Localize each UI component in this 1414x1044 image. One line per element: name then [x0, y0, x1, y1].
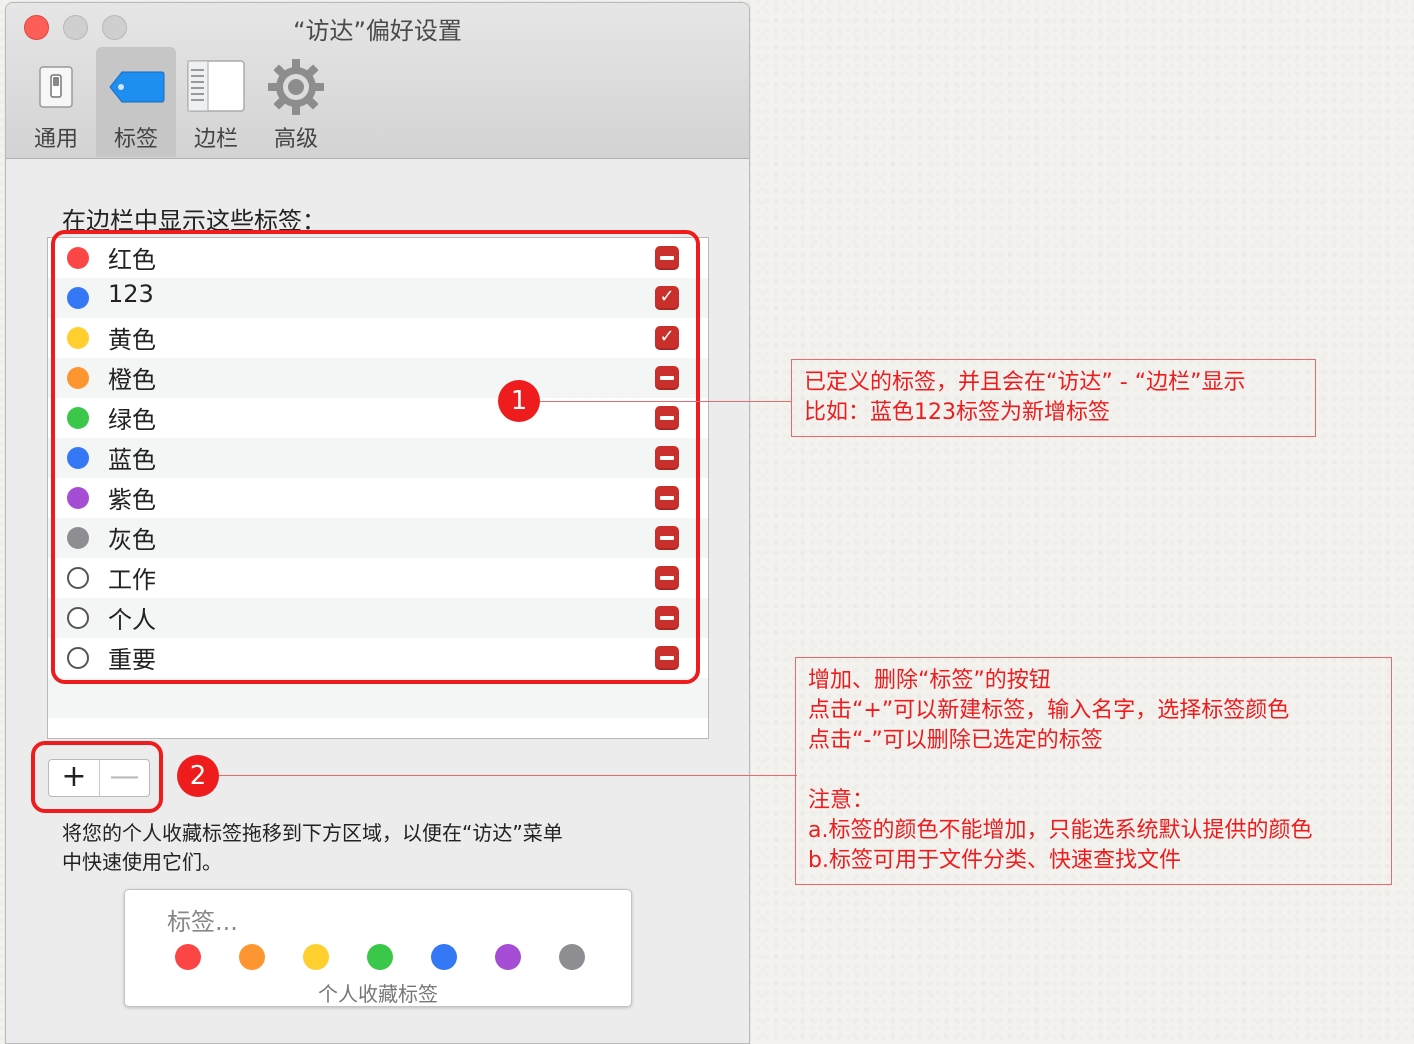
favorites-description: 将您的个人收藏标签拖移到下方区域，以便在“访达”菜单 中快速使用它们。 — [62, 819, 662, 877]
note2-spacer — [808, 756, 1379, 786]
note2-line4: 注意： — [808, 788, 875, 813]
empty-row — [48, 678, 708, 718]
annotation-badge-1: 1 — [498, 380, 540, 422]
favorite-tags-title: 标签... — [167, 908, 238, 936]
tab-advanced-label: 高级 — [273, 127, 318, 152]
gear-icon — [268, 59, 324, 115]
tab-tags-label: 标签 — [113, 127, 158, 152]
favorite-tag-dot[interactable] — [431, 944, 457, 970]
window-title: “访达”偏好设置 — [293, 17, 462, 45]
note2-line3: 点击“-”可以删除已选定的标签 — [808, 728, 1103, 753]
favorite-tag-dot[interactable] — [559, 944, 585, 970]
annotation-line-2 — [219, 775, 797, 776]
favorite-tag-dot[interactable] — [303, 944, 329, 970]
sidebar-icon — [187, 60, 245, 112]
favorite-tag-dot[interactable] — [367, 944, 393, 970]
note1-line2: 比如：蓝色123标签为新增标签 — [804, 400, 1110, 425]
tab-sidebar[interactable]: 边栏 — [176, 47, 256, 157]
tag-icon — [109, 71, 165, 103]
annotation-badge-2: 2 — [177, 755, 219, 797]
favorite-tag-dot[interactable] — [495, 944, 521, 970]
annotation-note-2: 增加、删除“标签”的按钮 点击“+”可以新建标签，输入名字，选择标签颜色 点击“… — [795, 657, 1392, 885]
title-toolbar: “访达”偏好设置 通用 标签 边栏 高级 — [6, 3, 749, 159]
annotation-outline-tags — [51, 230, 700, 684]
tab-advanced[interactable]: 高级 — [256, 47, 336, 157]
favorite-tag-dot[interactable] — [239, 944, 265, 970]
favorite-tags-caption: 个人收藏标签 — [318, 982, 438, 1006]
note1-line1: 已定义的标签，并且会在“访达” - “边栏”显示 — [804, 370, 1246, 395]
note2-line6: b.标签可用于文件分类、快速查找文件 — [808, 848, 1181, 873]
note2-line5: a.标签的颜色不能增加，只能选系统默认提供的颜色 — [808, 818, 1313, 843]
favorite-tags-box[interactable]: 标签... 个人收藏标签 — [124, 889, 632, 1007]
tab-general[interactable]: 通用 — [16, 47, 96, 157]
favorite-tag-dot[interactable] — [175, 944, 201, 970]
note2-line2: 点击“+”可以新建标签，输入名字，选择标签颜色 — [808, 698, 1290, 723]
favorites-description-line2: 中快速使用它们。 — [62, 850, 222, 874]
annotation-outline-buttons — [31, 741, 163, 813]
tab-sidebar-label: 边栏 — [193, 127, 238, 152]
favorites-description-line1: 将您的个人收藏标签拖移到下方区域，以便在“访达”菜单 — [62, 821, 563, 845]
tab-general-label: 通用 — [33, 127, 78, 152]
annotation-note-1: 已定义的标签，并且会在“访达” - “边栏”显示 比如：蓝色123标签为新增标签 — [791, 359, 1316, 437]
tab-tags[interactable]: 标签 — [96, 47, 176, 157]
annotation-line-1 — [540, 401, 791, 402]
note2-line1: 增加、删除“标签”的按钮 — [808, 668, 1051, 693]
general-switch-icon — [39, 66, 73, 108]
